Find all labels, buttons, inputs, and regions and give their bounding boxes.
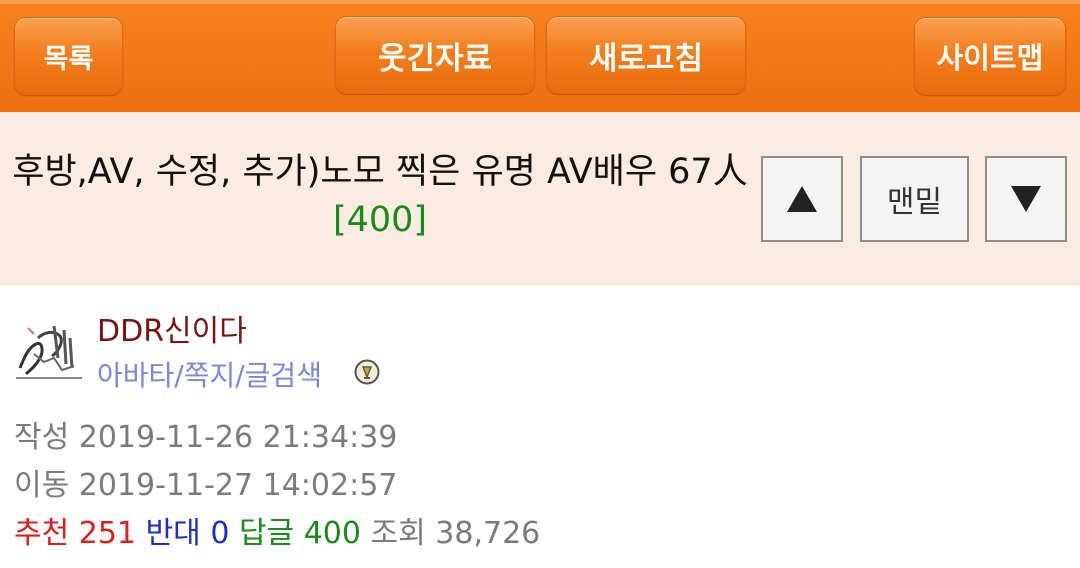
comment-count[interactable]: [400] <box>333 200 427 240</box>
scroll-bottom-button[interactable]: 맨밑 <box>860 156 969 242</box>
triangle-up-icon <box>787 186 817 212</box>
written-label: 작성 <box>14 420 70 455</box>
post-title: 후방,AV, 수정, 추가)노모 찍은 유명 AV배우 67人 [400] <box>12 148 748 244</box>
sitemap-label: 사이트맵 <box>936 41 1044 75</box>
written-value: 2019-11-26 21:34:39 <box>78 420 398 455</box>
sitemap-button[interactable]: 사이트맵 <box>914 17 1066 95</box>
written-date-line: 작성 2019-11-26 21:34:39 <box>14 412 397 456</box>
author-nickname[interactable]: DDR신이다 <box>97 306 247 350</box>
list-button[interactable]: 목록 <box>14 17 123 95</box>
author-tools-link[interactable]: 아바타/쪽지/글검색 <box>97 354 322 394</box>
scroll-down-button[interactable] <box>985 156 1067 242</box>
level-badge-icon <box>354 359 380 385</box>
reply-count: 400 <box>303 516 361 551</box>
moved-label: 이동 <box>14 468 70 503</box>
list-button-label: 목록 <box>43 43 94 75</box>
top-rule <box>0 0 1080 4</box>
scroll-top-button[interactable] <box>761 156 843 242</box>
refresh-button[interactable]: 새로고침 <box>546 16 746 94</box>
recommend-label: 추천 <box>14 516 70 551</box>
recommend-count: 251 <box>78 516 137 551</box>
views-label: 조회 <box>370 516 426 551</box>
scroll-bottom-label: 맨밑 <box>886 185 943 220</box>
post-title-text: 후방,AV, 수정, 추가)노모 찍은 유명 AV배우 67人 <box>12 152 748 192</box>
avatar-icon[interactable] <box>14 318 84 382</box>
moved-value: 2019-11-27 14:02:57 <box>78 468 398 503</box>
humor-board-label: 웃긴자료 <box>377 40 493 77</box>
oppose-label: 반대 <box>145 516 201 551</box>
refresh-label: 새로고침 <box>588 40 704 77</box>
triangle-down-icon <box>1011 186 1041 212</box>
views-count: 38,726 <box>435 516 541 551</box>
reply-label: 답글 <box>238 516 295 551</box>
moved-date-line: 이동 2019-11-27 14:02:57 <box>14 460 397 504</box>
stats-line: 추천 251 반대 0 답글 400 조회 38,726 <box>14 508 540 552</box>
humor-board-button[interactable]: 웃긴자료 <box>335 16 535 94</box>
oppose-count: 0 <box>210 516 230 551</box>
